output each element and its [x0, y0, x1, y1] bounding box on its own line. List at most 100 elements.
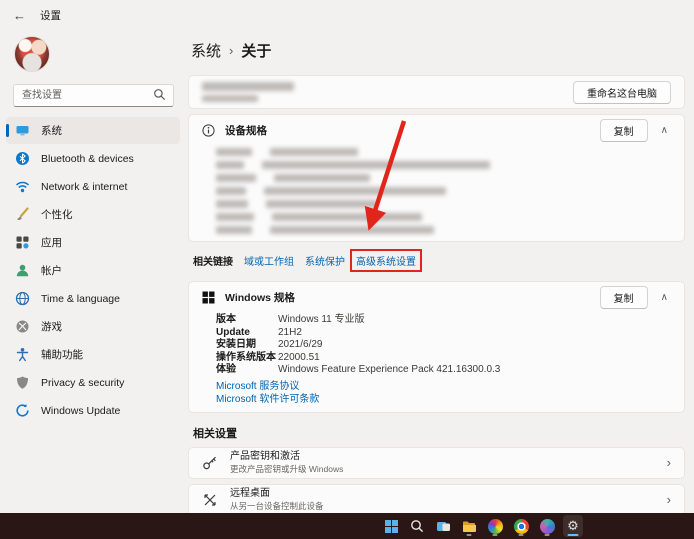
main-content: 系统 › 关于 重命名这台电脑 设备规格 复制 ∧ 相关链接 域或工作组 系统保…	[186, 30, 694, 513]
chevron-right-icon: ›	[666, 455, 671, 470]
device-spec-copy-button[interactable]: 复制	[599, 118, 648, 142]
paint-wheel-icon	[487, 518, 503, 534]
spec-row: 体验 Windows Feature Experience Pack 421.1…	[216, 364, 501, 375]
windows-spec-card: Windows 规格 复制 ∧ 版本 Windows 11 专业版 Update…	[188, 281, 685, 413]
windows-spec-collapse-chevron[interactable]: ∧	[658, 292, 671, 303]
settings-app-button[interactable]: ⚙	[563, 515, 583, 537]
shield-icon	[15, 375, 30, 390]
windows-spec-title: Windows 规格	[225, 291, 295, 304]
info-icon	[202, 123, 215, 137]
task-view-icon	[436, 521, 450, 531]
spec-row: 安装日期 2021/6/29	[216, 339, 323, 350]
search-icon	[154, 89, 166, 101]
sidebar-item-label: Bluetooth & devices	[41, 152, 134, 165]
sidebar-item-gaming[interactable]: 游戏	[6, 313, 180, 340]
search-input[interactable]	[13, 84, 174, 107]
device-spec-card: 设备规格 复制 ∧	[188, 114, 685, 242]
key-icon	[203, 456, 216, 469]
license-terms-link[interactable]: Microsoft 软件许可条款	[216, 393, 671, 406]
remote-desktop-row[interactable]: 远程桌面 从另一台设备控制此设备 ›	[188, 483, 685, 513]
sidebar-item-label: Network & internet	[41, 180, 128, 193]
row-subtitle: 更改产品密钥或升级 Windows	[230, 463, 344, 474]
sidebar-item-windows-update[interactable]: Windows Update	[6, 397, 180, 424]
start-button[interactable]	[381, 515, 401, 537]
windows-spec-links: Microsoft 服务协议 Microsoft 软件许可条款	[189, 377, 684, 406]
blurred-device-name	[202, 82, 294, 102]
paint-app-button[interactable]	[485, 515, 505, 537]
sidebar-item-label: 游戏	[41, 321, 62, 333]
file-explorer-button[interactable]	[459, 515, 479, 537]
sidebar-item-label: Time & language	[41, 292, 120, 305]
sidebar-item-system[interactable]: 系统	[6, 117, 180, 144]
wifi-icon	[15, 179, 30, 194]
sidebar-item-time-language[interactable]: Time & language	[6, 285, 180, 312]
windows-logo-icon	[202, 291, 215, 303]
accessibility-icon	[15, 347, 30, 362]
windows-spec-copy-button[interactable]: 复制	[599, 285, 648, 309]
services-agreement-link[interactable]: Microsoft 服务协议	[216, 380, 671, 393]
sidebar-item-privacy-security[interactable]: Privacy & security	[6, 369, 180, 396]
back-button[interactable]: ←	[13, 8, 26, 23]
sidebar-item-label: 应用	[41, 237, 62, 249]
sidebar-item-label: 帐户	[41, 265, 62, 277]
sidebar-item-label: Privacy & security	[41, 376, 125, 389]
related-settings-heading: 相关设置	[193, 427, 237, 440]
start-icon	[384, 519, 398, 533]
product-key-activation-row[interactable]: 产品密钥和激活 更改产品密钥或升级 Windows ›	[188, 446, 685, 479]
system-protection-link[interactable]: 系统保护	[305, 253, 345, 268]
advanced-system-settings-wrap: 高级系统设置	[350, 248, 422, 272]
breadcrumb-system[interactable]: 系统	[191, 40, 221, 61]
device-spec-header[interactable]: 设备规格 复制 ∧	[189, 115, 684, 145]
globe-icon	[15, 291, 30, 306]
photos-icon	[539, 518, 555, 534]
spec-row: 操作系统版本 22000.51	[216, 351, 320, 363]
device-spec-collapse-chevron[interactable]: ∧	[658, 125, 671, 136]
app-title: 设置	[40, 9, 61, 22]
row-subtitle: 从另一台设备控制此设备	[230, 500, 324, 511]
spec-row: Update 21H2	[216, 326, 302, 338]
update-icon	[15, 403, 30, 418]
sidebar-item-label: Windows Update	[41, 404, 121, 417]
sidebar-item-label: 系统	[41, 125, 62, 137]
remote-desktop-icon	[204, 493, 216, 506]
domain-workgroup-link[interactable]: 域或工作组	[244, 253, 294, 268]
row-title: 产品密钥和激活	[230, 450, 300, 462]
windows-spec-rows: 版本 Windows 11 专业版 Update 21H2 安装日期 2021/…	[189, 312, 684, 377]
sidebar-item-personalization[interactable]: 个性化	[6, 201, 180, 228]
brush-icon	[15, 207, 30, 222]
sidebar-item-accounts[interactable]: 帐户	[6, 257, 180, 284]
taskbar-icons: ⚙	[381, 513, 583, 539]
apps-icon	[15, 235, 30, 250]
taskbar: ⚙	[0, 513, 694, 539]
taskbar-search-button[interactable]	[407, 515, 427, 537]
sidebar-item-accessibility[interactable]: 辅助功能	[6, 341, 180, 368]
bluetooth-icon	[15, 151, 30, 166]
photos-app-button[interactable]	[537, 515, 557, 537]
related-links-row: 相关链接 域或工作组 系统保护 高级系统设置	[193, 248, 685, 272]
sidebar-item-bluetooth-devices[interactable]: Bluetooth & devices	[6, 145, 180, 172]
sidebar-item-apps[interactable]: 应用	[6, 229, 180, 256]
search-icon	[411, 520, 424, 533]
sidebar-item-label: 辅助功能	[41, 349, 83, 361]
file-explorer-icon	[462, 521, 476, 532]
breadcrumb: 系统 › 关于	[191, 40, 685, 61]
system-icon	[15, 123, 30, 138]
task-view-button[interactable]	[433, 515, 453, 537]
chrome-icon	[513, 518, 529, 534]
breadcrumb-about: 关于	[241, 43, 272, 60]
chrome-button[interactable]	[511, 515, 531, 537]
sidebar-item-network-internet[interactable]: Network & internet	[6, 173, 180, 200]
device-name-card: 重命名这台电脑	[188, 75, 685, 109]
person-icon	[15, 263, 30, 278]
sidebar-item-label: 个性化	[41, 209, 73, 221]
windows-spec-header[interactable]: Windows 规格 复制 ∧	[189, 282, 684, 312]
blurred-device-specs	[189, 145, 684, 241]
advanced-system-settings-link[interactable]: 高级系统设置	[356, 257, 416, 268]
related-links-label: 相关链接	[193, 256, 233, 268]
search-box	[13, 84, 174, 107]
row-title: 远程桌面	[230, 487, 270, 499]
spec-row: 版本 Windows 11 专业版	[216, 314, 365, 325]
rename-pc-button[interactable]: 重命名这台电脑	[573, 80, 671, 104]
titlebar: ← 设置	[0, 0, 694, 30]
sidebar-nav: 系统 Bluetooth & devices Network & interne…	[0, 117, 186, 424]
